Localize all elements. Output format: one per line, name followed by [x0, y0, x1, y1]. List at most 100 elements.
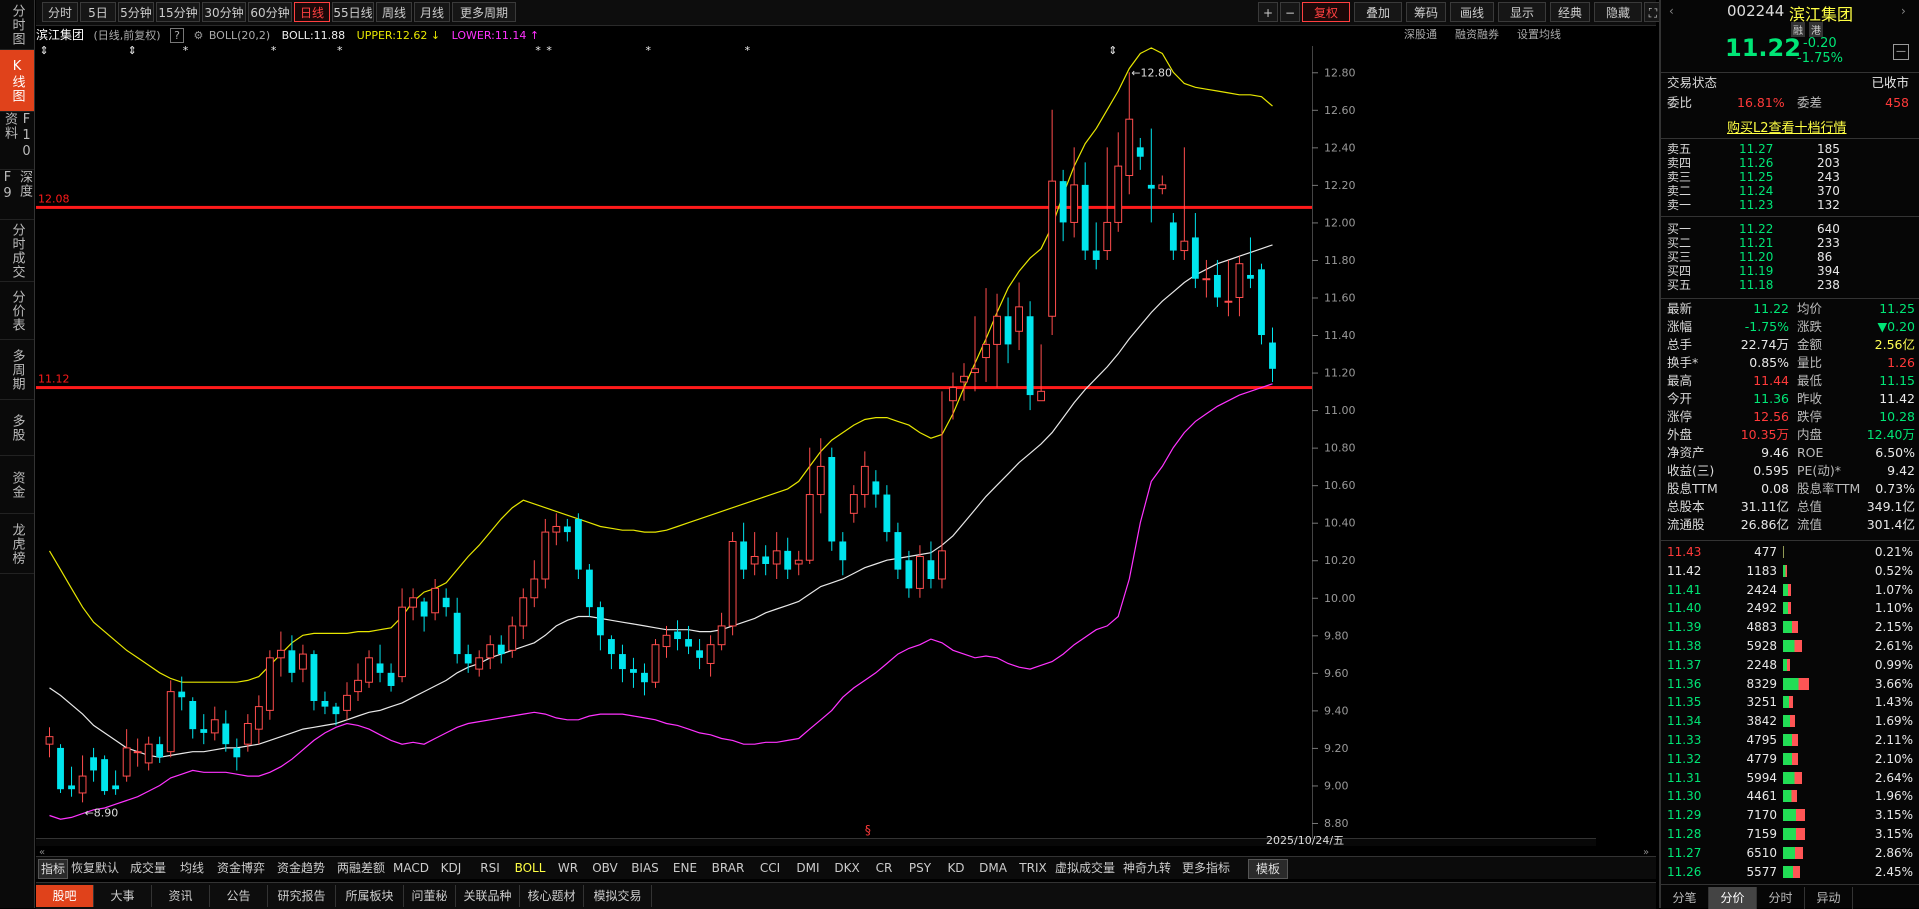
- event-marker-icon[interactable]: *: [546, 46, 552, 57]
- left-tab-9[interactable]: 龙虎榜: [0, 514, 34, 574]
- toolbar-btn-3[interactable]: 叠加: [1354, 2, 1402, 22]
- bottom-tab-3[interactable]: 公告: [210, 885, 268, 907]
- toolbar-btn-1[interactable]: −: [1280, 2, 1300, 22]
- candle-down[interactable]: [1092, 250, 1100, 260]
- candle-up[interactable]: [144, 743, 153, 764]
- price-dist-row-14[interactable]: 11.29 7170 3.15%: [1667, 806, 1915, 824]
- indicator-6[interactable]: 两融差额: [332, 859, 390, 877]
- event-marker-icon[interactable]: *: [337, 46, 343, 57]
- candle-down[interactable]: [1269, 342, 1276, 369]
- candle-down[interactable]: [574, 518, 582, 570]
- period-btn-7[interactable]: 55日线: [332, 2, 374, 22]
- chart-scroll-track[interactable]: [36, 839, 1596, 846]
- period-btn-5[interactable]: 60分钟: [248, 2, 292, 22]
- indicator-3[interactable]: 均线: [174, 859, 210, 877]
- candle-up[interactable]: [431, 587, 440, 614]
- indicator-18[interactable]: DKX: [828, 859, 866, 877]
- event-marker-icon[interactable]: *: [535, 46, 541, 57]
- candle-up[interactable]: [166, 691, 175, 753]
- left-tab-4[interactable]: 分时成交: [0, 220, 34, 282]
- indicator-15[interactable]: BRAR: [706, 859, 750, 877]
- candle-down[interactable]: [1147, 184, 1155, 189]
- candle-up[interactable]: [772, 550, 781, 565]
- event-marker-icon[interactable]: *: [183, 46, 189, 57]
- indicator-7[interactable]: MACD: [392, 859, 430, 877]
- left-tab-5[interactable]: 分价表: [0, 282, 34, 340]
- candle-down[interactable]: [156, 744, 164, 758]
- sell-level-0[interactable]: 卖五 11.27 185: [1667, 142, 1915, 156]
- toolbar-btn-6[interactable]: 显示: [1498, 2, 1546, 22]
- bottom-tab-9[interactable]: 模拟交易: [584, 885, 652, 907]
- price-dist-row-16[interactable]: 11.27 6510 2.86%: [1667, 844, 1915, 862]
- period-btn-3[interactable]: 15分钟: [156, 2, 200, 22]
- price-dist-row-13[interactable]: 11.30 4461 1.96%: [1667, 787, 1915, 805]
- price-dist-row-4[interactable]: 11.39 4883 2.15%: [1667, 618, 1915, 636]
- candle-down[interactable]: [630, 669, 637, 673]
- chart-link-0[interactable]: 深股通: [1404, 28, 1437, 41]
- candle-up[interactable]: [354, 679, 362, 693]
- candle-up[interactable]: [1103, 221, 1112, 252]
- candle-down[interactable]: [740, 541, 748, 570]
- left-tab-2[interactable]: F10资料: [0, 112, 34, 170]
- left-tab-7[interactable]: 多股: [0, 400, 34, 456]
- indicator-0[interactable]: 指标: [38, 859, 68, 879]
- indicator-2[interactable]: 成交量: [124, 859, 172, 877]
- candle-down[interactable]: [310, 654, 318, 701]
- candle-down[interactable]: [619, 654, 626, 670]
- toolbar-btn-7[interactable]: 经典: [1550, 2, 1590, 22]
- toolbar-btn-2[interactable]: 复权: [1302, 2, 1350, 22]
- bottom-tab-1[interactable]: 大事: [94, 885, 152, 907]
- candle-up[interactable]: [805, 494, 814, 561]
- candle-up[interactable]: [519, 597, 528, 627]
- candle-down[interactable]: [233, 747, 241, 758]
- candle-down[interactable]: [101, 759, 109, 792]
- buy-level-4[interactable]: 买五 11.18 238: [1667, 278, 1915, 292]
- indicator-11[interactable]: WR: [552, 859, 584, 877]
- stock-name[interactable]: 滨江集团: [36, 28, 84, 42]
- candle-down[interactable]: [497, 644, 505, 655]
- candle-down[interactable]: [1026, 316, 1034, 396]
- gear-icon[interactable]: ⚙: [193, 29, 203, 42]
- candle-up[interactable]: [960, 375, 968, 383]
- bottom-tab-0[interactable]: 股吧: [36, 885, 94, 907]
- indicator-13[interactable]: BIAS: [626, 859, 664, 877]
- chart-link-1[interactable]: 融资融券: [1455, 28, 1499, 41]
- candle-up[interactable]: [651, 644, 660, 683]
- candle-up[interactable]: [122, 747, 131, 777]
- indicator-name[interactable]: BOLL(20,2): [209, 29, 270, 42]
- candle-down[interactable]: [57, 747, 64, 790]
- event-marker-icon[interactable]: ⇕: [40, 46, 49, 57]
- indicator-12[interactable]: OBV: [586, 859, 624, 877]
- candle-up[interactable]: [552, 525, 561, 533]
- price-dist-row-15[interactable]: 11.28 7159 3.15%: [1667, 825, 1915, 843]
- prev-arrow-icon[interactable]: ‹: [1669, 4, 1674, 18]
- kline-chart[interactable]: 12.80 12.60 12.40 12.20 12.00 11.80 11.60 11.40…: [36, 46, 1596, 846]
- candle-up[interactable]: [938, 550, 946, 580]
- price-dist-row-1[interactable]: 11.42 1183 0.52%: [1667, 562, 1915, 580]
- candle-down[interactable]: [596, 607, 604, 636]
- expand-icon[interactable]: —: [1893, 44, 1909, 60]
- price-dist-row-0[interactable]: 11.43 477 0.21%: [1667, 543, 1915, 561]
- period-btn-9[interactable]: 月线: [414, 2, 450, 22]
- candle-up[interactable]: [530, 578, 539, 599]
- price-dist-row-9[interactable]: 11.34 3842 1.69%: [1667, 712, 1915, 730]
- candle-up[interactable]: [1158, 184, 1167, 190]
- candle-down[interactable]: [883, 494, 891, 533]
- candle-up[interactable]: [45, 736, 54, 745]
- candle-up[interactable]: [794, 559, 803, 565]
- candle-down[interactable]: [387, 672, 395, 686]
- price-dist-row-8[interactable]: 11.35 3251 1.43%: [1667, 693, 1915, 711]
- scroll-right-icon[interactable]: »: [1640, 844, 1652, 862]
- candle-up[interactable]: [993, 315, 1001, 345]
- bottom-tab-8[interactable]: 核心题材: [520, 885, 584, 907]
- candle-up[interactable]: [750, 555, 759, 565]
- indicator-24[interactable]: 虚拟成交量: [1054, 859, 1116, 877]
- period-btn-2[interactable]: 5分钟: [118, 2, 154, 22]
- candle-down[interactable]: [894, 532, 902, 570]
- candle-up[interactable]: [949, 387, 957, 402]
- candle-up[interactable]: [343, 694, 351, 711]
- bottom-tab-2[interactable]: 资讯: [152, 885, 210, 907]
- panel-tab-3[interactable]: 异动: [1805, 887, 1853, 909]
- candle-up[interactable]: [728, 540, 737, 627]
- candle-up[interactable]: [243, 723, 252, 745]
